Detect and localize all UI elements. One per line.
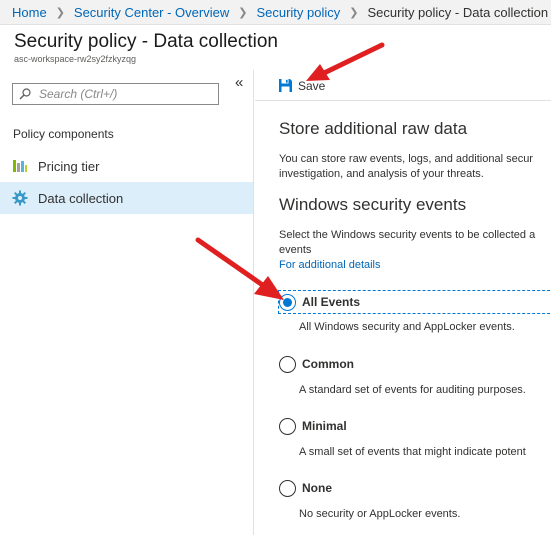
breadcrumb-home[interactable]: Home: [12, 5, 47, 20]
sidebar: « Policy components Pricing tier: [0, 70, 254, 535]
search-box[interactable]: [12, 83, 219, 105]
collapse-sidebar-icon[interactable]: «: [235, 74, 243, 91]
radio-label: None: [302, 481, 332, 495]
search-icon: [19, 88, 31, 100]
search-input[interactable]: [39, 87, 209, 101]
main-content: Save Store additional raw data You can s…: [255, 70, 551, 535]
sidebar-item-pricing-tier[interactable]: Pricing tier: [0, 150, 253, 182]
radio-label: Common: [302, 357, 354, 371]
floppy-disk-icon: [278, 78, 293, 93]
sidebar-item-label: Data collection: [38, 190, 124, 206]
chevron-right-icon: ❯: [349, 6, 359, 19]
breadcrumb: Home ❯ Security Center - Overview ❯ Secu…: [0, 0, 551, 25]
pricing-tier-icon: [12, 158, 28, 174]
radio-description: A small set of events that might indicat…: [299, 446, 526, 458]
radio-all-events[interactable]: All Events: [278, 290, 551, 314]
raw-data-description-line-2: investigation, and analysis of your thre…: [279, 168, 484, 180]
radio-dot: [283, 297, 292, 307]
gear-icon: [12, 190, 28, 206]
section-title-windows-events: Windows security events: [279, 195, 467, 214]
radio-label: All Events: [302, 295, 361, 309]
section-title-raw-data: Store additional raw data: [279, 119, 468, 138]
page-title: Security policy - Data collection: [14, 31, 278, 52]
sidebar-item-data-collection[interactable]: Data collection: [0, 182, 253, 214]
page-subtitle: asc-workspace-rw2sy2fzkyzqg: [14, 54, 137, 64]
radio-button[interactable]: [279, 417, 296, 435]
save-label: Save: [298, 78, 326, 93]
raw-data-description-line-1: You can store raw events, logs, and addi…: [279, 153, 533, 165]
radio-description: All Windows security and AppLocker event…: [299, 321, 515, 333]
radio-description: No security or AppLocker events.: [299, 508, 461, 520]
radio-none[interactable]: None: [279, 477, 332, 499]
windows-events-description-line-2: events: [279, 244, 312, 256]
toolbar: Save: [255, 70, 551, 101]
breadcrumb-security-policy[interactable]: Security policy: [256, 5, 340, 20]
breadcrumb-current: Security policy - Data collection: [367, 4, 549, 20]
windows-events-description-line-1: Select the Windows security events to be…: [279, 229, 536, 241]
save-button[interactable]: Save: [278, 78, 325, 93]
sidebar-item-label: Pricing tier: [38, 158, 100, 174]
additional-details-link[interactable]: For additional details: [279, 259, 381, 271]
radio-button-checked[interactable]: [279, 293, 296, 311]
radio-button[interactable]: [279, 355, 296, 373]
chevron-right-icon: ❯: [238, 6, 248, 19]
radio-minimal[interactable]: Minimal: [279, 415, 347, 437]
section-heading-policy-components: Policy components: [13, 127, 114, 141]
chevron-right-icon: ❯: [55, 6, 65, 19]
radio-description: A standard set of events for auditing pu…: [299, 384, 526, 396]
radio-button[interactable]: [279, 479, 296, 497]
breadcrumb-security-center-overview[interactable]: Security Center - Overview: [74, 5, 229, 20]
radio-label: Minimal: [302, 419, 347, 433]
radio-common[interactable]: Common: [279, 353, 354, 375]
